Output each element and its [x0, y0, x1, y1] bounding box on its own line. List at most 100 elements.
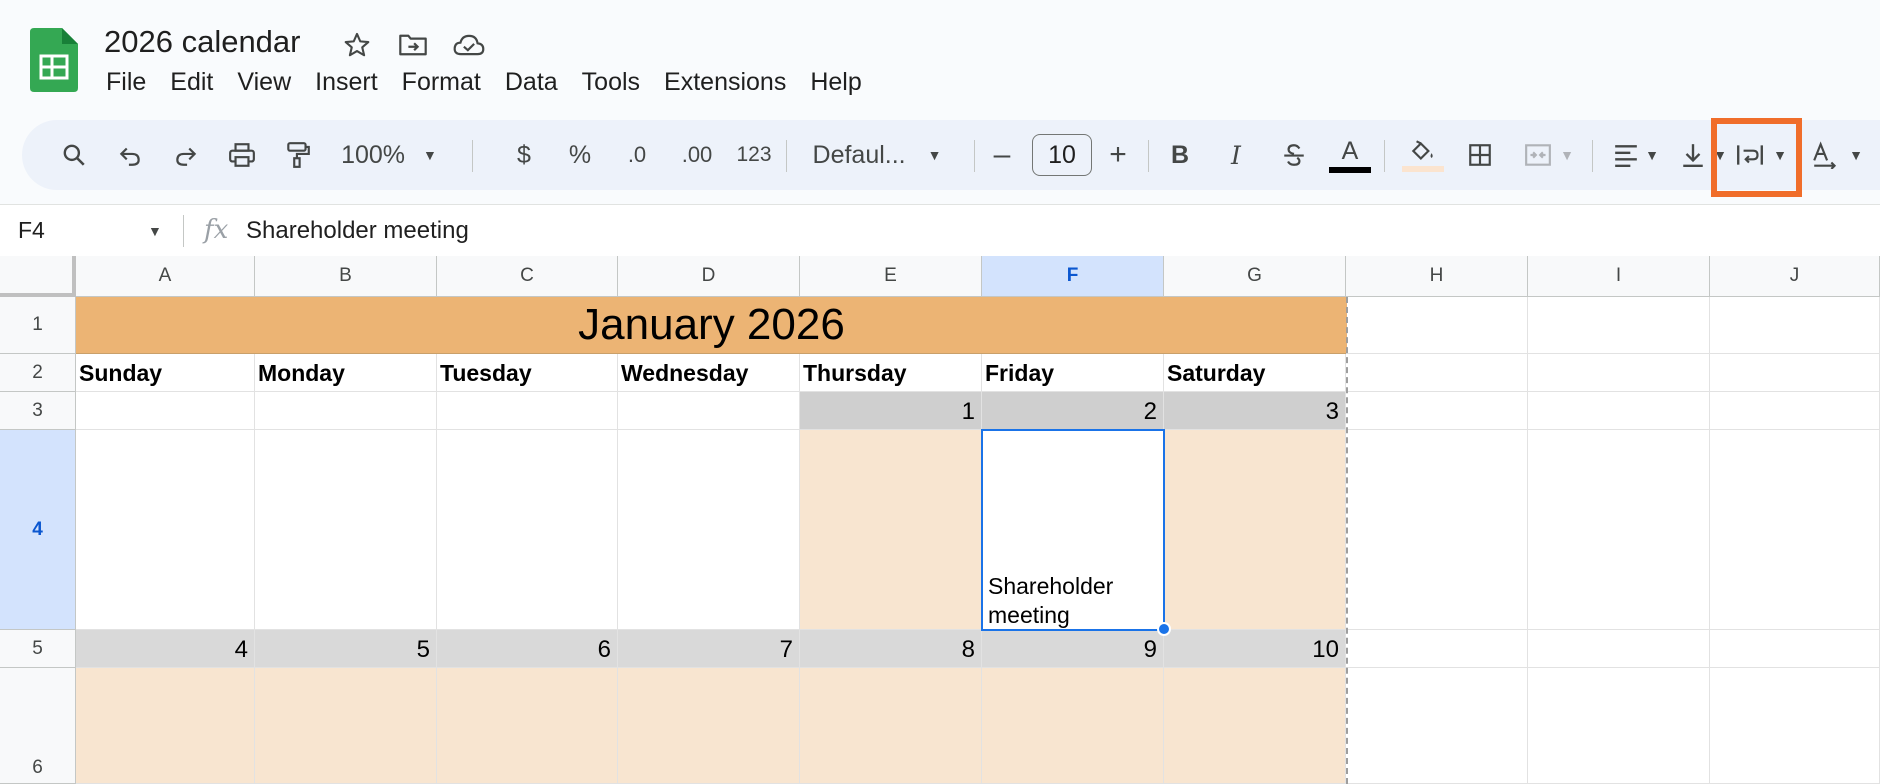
empty-cell[interactable] — [1528, 297, 1710, 354]
empty-cell[interactable] — [1710, 668, 1880, 784]
percent-format-button[interactable]: % — [560, 120, 600, 190]
day-cell[interactable] — [982, 668, 1164, 784]
day-cell[interactable] — [76, 430, 255, 630]
menu-file[interactable]: File — [94, 66, 158, 99]
date-cell[interactable]: 5 — [255, 630, 437, 668]
row-header-5[interactable]: 5 — [0, 630, 76, 668]
date-cell[interactable]: 1 — [800, 392, 982, 430]
italic-button[interactable]: I — [1214, 120, 1258, 190]
horizontal-align-button[interactable]: ▼ — [1606, 120, 1666, 190]
borders-icon[interactable] — [1458, 120, 1502, 190]
empty-cell[interactable] — [1528, 668, 1710, 784]
date-cell[interactable]: 4 — [76, 630, 255, 668]
empty-cell[interactable] — [1346, 630, 1528, 668]
empty-cell[interactable] — [1346, 668, 1528, 784]
date-cell[interactable] — [618, 392, 800, 430]
search-menus-icon[interactable] — [52, 120, 96, 190]
text-color-button[interactable]: A — [1328, 120, 1372, 190]
column-header-b[interactable]: B — [255, 256, 437, 297]
date-cell[interactable]: 7 — [618, 630, 800, 668]
empty-cell[interactable] — [1346, 297, 1528, 354]
cloud-saved-icon[interactable] — [452, 28, 486, 62]
print-icon[interactable] — [220, 120, 264, 190]
menu-extensions[interactable]: Extensions — [652, 66, 798, 99]
document-title[interactable]: 2026 calendar — [104, 24, 301, 60]
column-header-d[interactable]: D — [618, 256, 800, 297]
menu-tools[interactable]: Tools — [570, 66, 652, 99]
move-to-folder-icon[interactable] — [396, 28, 430, 62]
empty-cell[interactable] — [1528, 354, 1710, 392]
day-cell[interactable] — [618, 668, 800, 784]
empty-cell[interactable] — [1528, 430, 1710, 630]
redo-icon[interactable] — [164, 120, 208, 190]
row-header-2[interactable]: 2 — [0, 354, 76, 392]
undo-icon[interactable] — [108, 120, 152, 190]
chevron-down-icon[interactable]: ▼ — [148, 223, 162, 239]
column-header-a[interactable]: A — [76, 256, 255, 297]
date-cell[interactable]: 8 — [800, 630, 982, 668]
formula-input[interactable]: Shareholder meeting — [246, 217, 469, 245]
sheets-logo-icon[interactable] — [30, 28, 78, 92]
select-all-corner[interactable] — [0, 256, 76, 297]
decrease-decimal-button[interactable]: .0 — [612, 120, 662, 190]
decrease-font-size-button[interactable]: – — [982, 120, 1022, 190]
empty-cell[interactable] — [1710, 354, 1880, 392]
merge-cells-button[interactable]: ▼ — [1514, 120, 1584, 190]
fill-handle[interactable] — [1157, 622, 1171, 636]
day-cell[interactable] — [255, 430, 437, 630]
day-cell[interactable] — [1164, 668, 1346, 784]
bold-button[interactable]: B — [1158, 120, 1202, 190]
date-cell[interactable]: 3 — [1164, 392, 1346, 430]
currency-format-button[interactable]: $ — [504, 120, 544, 190]
column-header-g[interactable]: G — [1164, 256, 1346, 297]
paint-format-icon[interactable] — [276, 120, 320, 190]
empty-cell[interactable] — [1346, 354, 1528, 392]
strikethrough-icon[interactable] — [1272, 120, 1316, 190]
day-name-cell[interactable]: Thursday — [800, 354, 982, 392]
text-rotation-button[interactable]: ▼ — [1802, 120, 1872, 190]
increase-decimal-button[interactable]: .00 — [670, 120, 724, 190]
menu-insert[interactable]: Insert — [303, 66, 390, 99]
day-cell[interactable] — [1164, 430, 1346, 630]
row-header-1[interactable]: 1 — [0, 297, 76, 354]
more-formats-button[interactable]: 123 — [730, 120, 778, 190]
date-cell[interactable]: 9 — [982, 630, 1164, 668]
date-cell[interactable] — [437, 392, 618, 430]
date-cell[interactable]: 6 — [437, 630, 618, 668]
column-header-j[interactable]: J — [1710, 256, 1880, 297]
empty-cell[interactable] — [1528, 392, 1710, 430]
zoom-select[interactable]: 100% ▼ — [334, 120, 444, 190]
star-icon[interactable] — [340, 28, 374, 62]
empty-cell[interactable] — [1710, 392, 1880, 430]
day-name-cell[interactable]: Friday — [982, 354, 1164, 392]
empty-cell[interactable] — [1710, 297, 1880, 354]
row-header-3[interactable]: 3 — [0, 392, 76, 430]
fill-color-button[interactable] — [1400, 120, 1446, 190]
date-cell[interactable] — [76, 392, 255, 430]
name-box[interactable]: F4 — [18, 217, 45, 244]
row-header-6[interactable]: 6 — [0, 668, 76, 784]
column-header-e[interactable]: E — [800, 256, 982, 297]
column-header-h[interactable]: H — [1346, 256, 1528, 297]
menu-help[interactable]: Help — [798, 66, 873, 99]
day-cell[interactable] — [437, 668, 618, 784]
increase-font-size-button[interactable]: + — [1098, 120, 1138, 190]
day-name-cell[interactable]: Saturday — [1164, 354, 1346, 392]
day-name-cell[interactable]: Wednesday — [618, 354, 800, 392]
empty-cell[interactable] — [1528, 630, 1710, 668]
menu-data[interactable]: Data — [493, 66, 570, 99]
day-cell[interactable] — [76, 668, 255, 784]
empty-cell[interactable] — [1346, 430, 1528, 630]
menu-format[interactable]: Format — [390, 66, 493, 99]
date-cell[interactable] — [255, 392, 437, 430]
day-name-cell[interactable]: Tuesday — [437, 354, 618, 392]
row-header-4[interactable]: 4 — [0, 430, 76, 630]
day-name-cell[interactable]: Monday — [255, 354, 437, 392]
column-header-c[interactable]: C — [437, 256, 618, 297]
column-header-i[interactable]: I — [1528, 256, 1710, 297]
day-name-cell[interactable]: Sunday — [76, 354, 255, 392]
font-size-input[interactable]: 10 — [1032, 134, 1092, 176]
day-cell[interactable] — [800, 430, 982, 630]
day-cell[interactable] — [437, 430, 618, 630]
date-cell[interactable]: 10 — [1164, 630, 1346, 668]
